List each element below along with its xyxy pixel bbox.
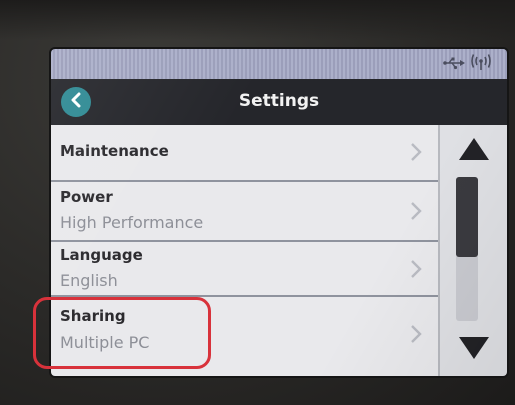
settings-item-label: Sharing [60, 307, 126, 325]
chevron-right-icon [406, 200, 426, 222]
wireless-icon [469, 53, 493, 75]
chevron-right-icon [406, 141, 426, 163]
scroll-up-button[interactable] [440, 129, 507, 173]
settings-item-maintenance[interactable]: Maintenance [51, 125, 438, 182]
scroll-down-button[interactable] [440, 328, 507, 372]
settings-item-value: High Performance [60, 213, 204, 232]
settings-item-language[interactable]: Language English [51, 242, 438, 297]
triangle-up-icon [457, 135, 491, 167]
triangle-down-icon [457, 334, 491, 366]
chevron-right-icon [406, 323, 426, 345]
bezel-shadow [0, 0, 515, 40]
status-icons [443, 54, 493, 74]
settings-item-sharing[interactable]: Sharing Multiple PC [51, 297, 438, 376]
settings-list: Maintenance Power High Performance Langu… [51, 125, 438, 376]
device-screen: Settings Maintenance Power High Performa… [51, 49, 507, 376]
settings-item-label: Maintenance [60, 142, 169, 160]
scrollbar[interactable] [438, 125, 507, 376]
settings-item-label: Power [60, 188, 113, 206]
settings-item-value: English [60, 271, 118, 290]
page-title: Settings [238, 91, 320, 111]
scroll-thumb[interactable] [456, 177, 478, 257]
status-bar [51, 49, 507, 79]
scroll-track[interactable] [456, 177, 478, 321]
settings-item-power[interactable]: Power High Performance [51, 182, 438, 242]
settings-item-value: Multiple PC [60, 333, 150, 352]
settings-item-label: Language [60, 246, 143, 264]
chevron-right-icon [406, 258, 426, 280]
usb-icon [443, 55, 465, 74]
header-bar: Settings [51, 79, 507, 125]
